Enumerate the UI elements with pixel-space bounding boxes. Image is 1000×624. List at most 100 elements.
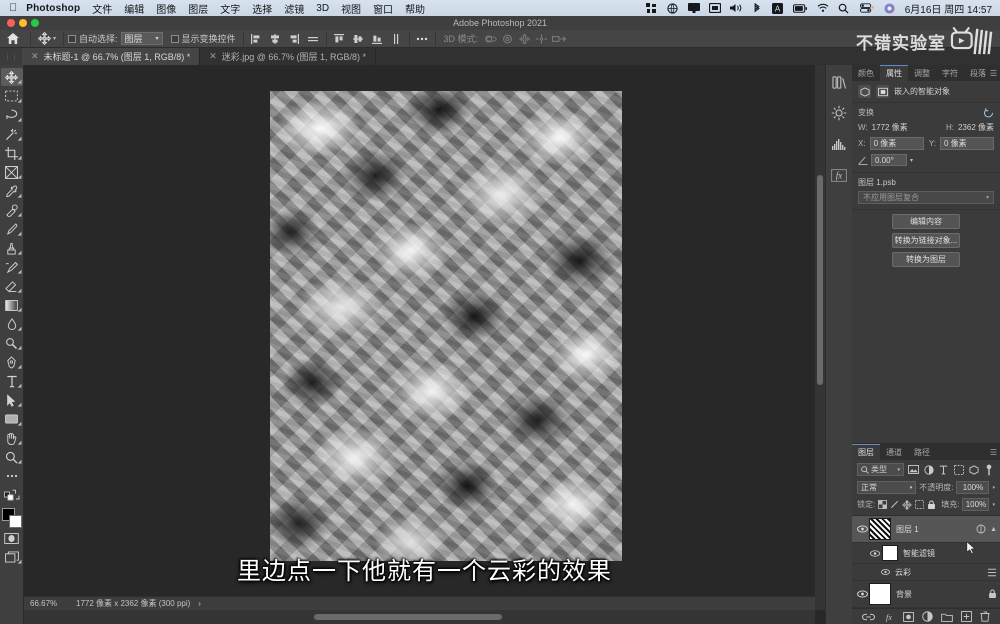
histogram-icon[interactable] bbox=[827, 132, 851, 156]
reset-icon[interactable] bbox=[983, 107, 994, 118]
libraries-icon[interactable] bbox=[827, 70, 851, 94]
minimize-button[interactable] bbox=[19, 19, 27, 27]
layer-name[interactable]: 云彩 bbox=[895, 567, 987, 578]
menu-type[interactable]: 文字 bbox=[220, 1, 240, 16]
menu-select[interactable]: 选择 bbox=[252, 1, 272, 16]
horizontal-scroll-thumb[interactable] bbox=[314, 614, 502, 620]
dodge-tool[interactable]: ◢ bbox=[1, 334, 23, 352]
healing-brush-tool[interactable]: ◢ bbox=[1, 201, 23, 219]
eye-icon[interactable] bbox=[878, 569, 892, 575]
filter-smart-icon[interactable] bbox=[968, 463, 979, 476]
chevron-down-icon[interactable]: ▾ bbox=[992, 502, 995, 508]
filter-adjustment-icon[interactable] bbox=[923, 463, 934, 476]
zoom-level[interactable]: 66.67% bbox=[30, 599, 68, 608]
close-button[interactable] bbox=[7, 19, 15, 27]
delete-layer-icon[interactable] bbox=[980, 611, 990, 622]
align-top-icon[interactable] bbox=[331, 31, 348, 46]
auto-select-checkbox[interactable] bbox=[68, 34, 77, 43]
tab-adjustments[interactable]: 调整 bbox=[908, 65, 936, 81]
apple-logo-icon[interactable]:  bbox=[9, 2, 17, 14]
menu-3d[interactable]: 3D bbox=[316, 3, 329, 14]
filter-shape-icon[interactable] bbox=[953, 463, 964, 476]
pan-3d-icon[interactable] bbox=[516, 31, 533, 46]
tab-layers[interactable]: 图层 bbox=[852, 444, 880, 460]
eye-icon[interactable] bbox=[868, 549, 882, 557]
menubar-clock[interactable]: 6月16日 周四 14:57 bbox=[905, 1, 992, 16]
tab-grip[interactable]: ⋮⋮ bbox=[0, 48, 22, 65]
show-transform-checkbox[interactable] bbox=[170, 34, 179, 43]
layer-filter-dropdown[interactable]: 类型 ▾ bbox=[857, 463, 904, 476]
bluetooth-icon[interactable] bbox=[751, 2, 763, 14]
slide-3d-icon[interactable] bbox=[533, 31, 550, 46]
display-icon[interactable] bbox=[687, 2, 700, 14]
volume-icon[interactable] bbox=[729, 2, 742, 14]
move-tool[interactable]: ◢ bbox=[0, 68, 23, 86]
filter-options-icon[interactable] bbox=[987, 568, 997, 577]
brush-tool[interactable]: ◢ bbox=[1, 220, 23, 238]
path-selection-tool[interactable]: ◢ bbox=[1, 391, 23, 409]
siri-icon[interactable] bbox=[884, 2, 896, 14]
close-icon[interactable]: ✕ bbox=[209, 51, 217, 62]
tab-untitled-1[interactable]: ✕ 未标题-1 @ 66.7% (图层 1, RGB/8) * bbox=[22, 48, 201, 65]
layer-name[interactable]: 智能滤镜 bbox=[903, 548, 997, 559]
chevron-down-icon[interactable]: ▾ bbox=[910, 157, 913, 164]
default-colors-swap[interactable] bbox=[1, 486, 23, 504]
wifi-icon[interactable] bbox=[817, 2, 829, 14]
type-tool[interactable]: ◢ bbox=[1, 372, 23, 390]
align-left-icon[interactable] bbox=[248, 31, 265, 46]
eraser-tool[interactable]: ◢ bbox=[1, 277, 23, 295]
screen-icon[interactable] bbox=[708, 2, 721, 14]
panel-menu-icon[interactable]: ☰ bbox=[990, 448, 997, 457]
layer-thumbnail[interactable] bbox=[869, 518, 891, 540]
orbit-3d-icon[interactable] bbox=[482, 31, 499, 46]
edit-toolbar-button[interactable] bbox=[1, 467, 23, 485]
auto-select-dropdown[interactable]: 图层 ▾ bbox=[120, 32, 163, 45]
tab-color[interactable]: 颜色 bbox=[852, 65, 880, 81]
background-color-swatch[interactable] bbox=[8, 515, 22, 528]
document-canvas-area[interactable]: 里边点一下他就有一个云彩的效果 66.67% 1772 像素 x 2362 像素… bbox=[24, 65, 825, 624]
layer-name[interactable]: 背景 bbox=[896, 589, 988, 600]
mask-icon[interactable] bbox=[876, 85, 889, 98]
canvas[interactable] bbox=[270, 91, 622, 561]
filter-type-icon[interactable] bbox=[938, 463, 949, 476]
lasso-tool[interactable]: ◢ bbox=[1, 106, 23, 124]
angle-field[interactable]: 0.00° bbox=[871, 154, 907, 166]
menu-layer[interactable]: 图层 bbox=[188, 1, 208, 16]
convert-to-linked-button[interactable]: 转换为链接对象... bbox=[892, 233, 960, 248]
menu-image[interactable]: 图像 bbox=[156, 1, 176, 16]
eye-icon[interactable] bbox=[855, 590, 869, 598]
fill-value[interactable]: 100% bbox=[962, 498, 990, 511]
maximize-button[interactable] bbox=[31, 19, 39, 27]
adjustments-icon[interactable] bbox=[827, 101, 851, 125]
edit-contents-button[interactable]: 编辑内容 bbox=[892, 214, 960, 229]
styles-fx-icon[interactable]: fx bbox=[827, 163, 851, 187]
pen-tool[interactable]: ◢ bbox=[1, 353, 23, 371]
smart-filter-thumbnail[interactable] bbox=[882, 545, 898, 561]
chevron-down-icon[interactable]: ▾ bbox=[992, 485, 995, 491]
tab-character[interactable]: 字符 bbox=[936, 65, 964, 81]
align-middle-v-icon[interactable] bbox=[350, 31, 367, 46]
close-icon[interactable]: ✕ bbox=[31, 51, 39, 62]
menu-help[interactable]: 帮助 bbox=[405, 1, 425, 16]
layer-row-smart-object[interactable]: 图层 1 ▲ bbox=[852, 516, 1000, 543]
vertical-scrollbar[interactable] bbox=[815, 65, 825, 610]
menu-edit[interactable]: 编辑 bbox=[124, 1, 144, 16]
menu-filter[interactable]: 滤镜 bbox=[284, 1, 304, 16]
link-layers-icon[interactable] bbox=[862, 613, 875, 621]
tab-paths[interactable]: 路径 bbox=[908, 444, 936, 460]
lock-position-icon[interactable] bbox=[902, 498, 912, 511]
eyedropper-tool[interactable]: ◢ bbox=[1, 182, 23, 200]
marquee-tool[interactable]: ◢ bbox=[1, 87, 23, 105]
magic-wand-tool[interactable]: ◢ bbox=[1, 125, 23, 143]
vertical-scroll-thumb[interactable] bbox=[817, 175, 823, 385]
layer-thumbnail[interactable] bbox=[869, 583, 891, 605]
search-icon[interactable] bbox=[838, 2, 850, 14]
align-right-icon[interactable] bbox=[286, 31, 303, 46]
distribute-h-icon[interactable] bbox=[305, 31, 322, 46]
filter-image-icon[interactable] bbox=[908, 463, 919, 476]
new-layer-icon[interactable] bbox=[961, 611, 972, 622]
gradient-tool[interactable]: ◢ bbox=[1, 296, 23, 314]
filter-toggle-icon[interactable] bbox=[983, 463, 994, 476]
battery-icon[interactable] bbox=[792, 2, 808, 14]
y-field[interactable]: 0 像素 bbox=[940, 137, 994, 150]
